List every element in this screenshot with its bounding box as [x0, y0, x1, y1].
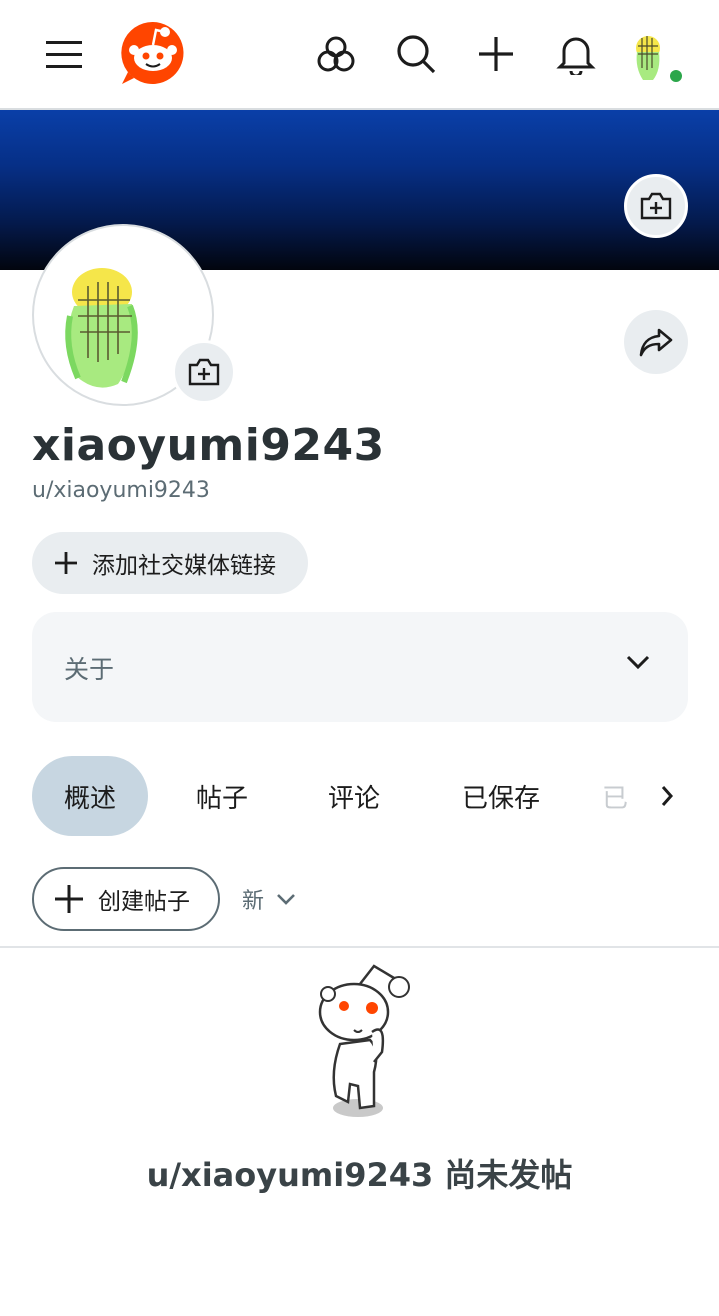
- online-status-dot: [670, 70, 682, 82]
- tab-comments[interactable]: 评论: [300, 756, 408, 836]
- reddit-logo-icon[interactable]: [120, 20, 186, 86]
- snoo-mascot-illustration: [300, 962, 420, 1122]
- create-post-button[interactable]: 创建帖子: [32, 867, 220, 931]
- chevron-down-icon: [626, 655, 650, 670]
- tab-overview[interactable]: 概述: [32, 756, 148, 836]
- create-post-label: 创建帖子: [98, 889, 190, 915]
- plus-icon: [55, 552, 77, 574]
- divider: [0, 946, 719, 948]
- sort-label: 新: [242, 889, 265, 914]
- profile-tabs: 概述 帖子 评论 已保存 已: [32, 756, 719, 836]
- add-social-link-button[interactable]: 添加社交媒体链接: [32, 532, 308, 594]
- profile-username: xiaoyumi9243: [32, 420, 385, 471]
- plus-icon: [55, 885, 83, 913]
- edit-avatar-button[interactable]: [172, 340, 236, 404]
- plus-icon[interactable]: [466, 24, 526, 84]
- profile-handle: u/xiaoyumi9243: [32, 478, 210, 503]
- empty-state-message: u/xiaoyumi9243 尚未发帖: [146, 1156, 573, 1194]
- chevron-down-icon: [277, 894, 295, 905]
- camera-plus-icon: [188, 358, 220, 386]
- sort-dropdown[interactable]: 新: [242, 867, 296, 931]
- share-profile-button[interactable]: [624, 310, 688, 374]
- communities-icon[interactable]: [306, 24, 366, 84]
- camera-plus-icon: [640, 192, 672, 220]
- tabs-scroll-right-button[interactable]: [629, 756, 705, 836]
- bell-icon[interactable]: [546, 24, 606, 84]
- search-icon[interactable]: [386, 24, 446, 84]
- tab-posts[interactable]: 帖子: [168, 756, 276, 836]
- chevron-right-icon: [661, 786, 674, 806]
- add-social-link-label: 添加社交媒体链接: [92, 553, 276, 579]
- edit-banner-button[interactable]: [624, 174, 688, 238]
- tab-saved[interactable]: 已保存: [436, 756, 566, 836]
- user-avatar-small[interactable]: [620, 26, 682, 86]
- top-navigation-bar: [0, 0, 719, 110]
- share-icon: [639, 328, 673, 357]
- hamburger-menu-icon[interactable]: [34, 24, 94, 84]
- about-label: 关于: [64, 655, 115, 684]
- about-section-toggle[interactable]: 关于: [32, 612, 688, 722]
